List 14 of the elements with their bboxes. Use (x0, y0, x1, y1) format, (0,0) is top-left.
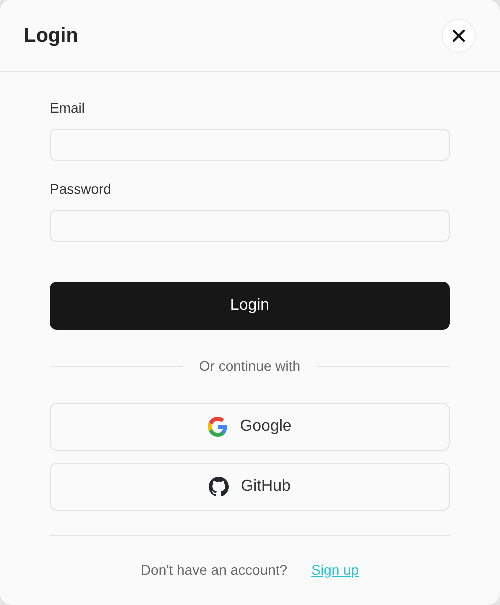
google-icon (208, 417, 228, 437)
divider-text: Or continue with (199, 357, 301, 376)
input-field[interactable] (50, 210, 450, 242)
login-button[interactable]: Login (50, 282, 450, 330)
dialog-title: Login (24, 24, 78, 48)
github-icon (209, 477, 230, 497)
github-button[interactable]: GitHub (50, 463, 450, 511)
close-button[interactable] (442, 18, 476, 52)
field-label: Password (50, 180, 112, 199)
google-button[interactable]: Google (50, 403, 450, 451)
field-label: Email (50, 99, 86, 118)
input-field[interactable] (50, 129, 450, 161)
footer-text: Don't have an account? (140, 561, 288, 580)
close-icon (452, 28, 466, 42)
